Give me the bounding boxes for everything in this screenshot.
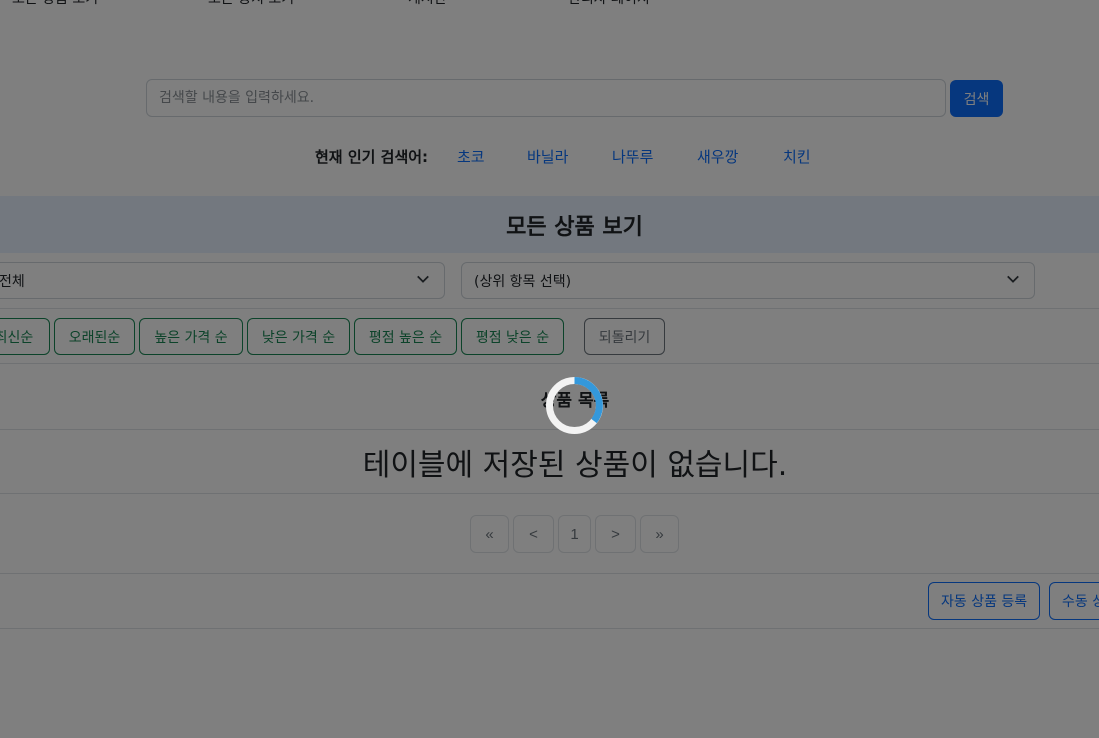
loading-spinner-icon [544, 375, 605, 436]
loading-overlay [0, 0, 1099, 738]
